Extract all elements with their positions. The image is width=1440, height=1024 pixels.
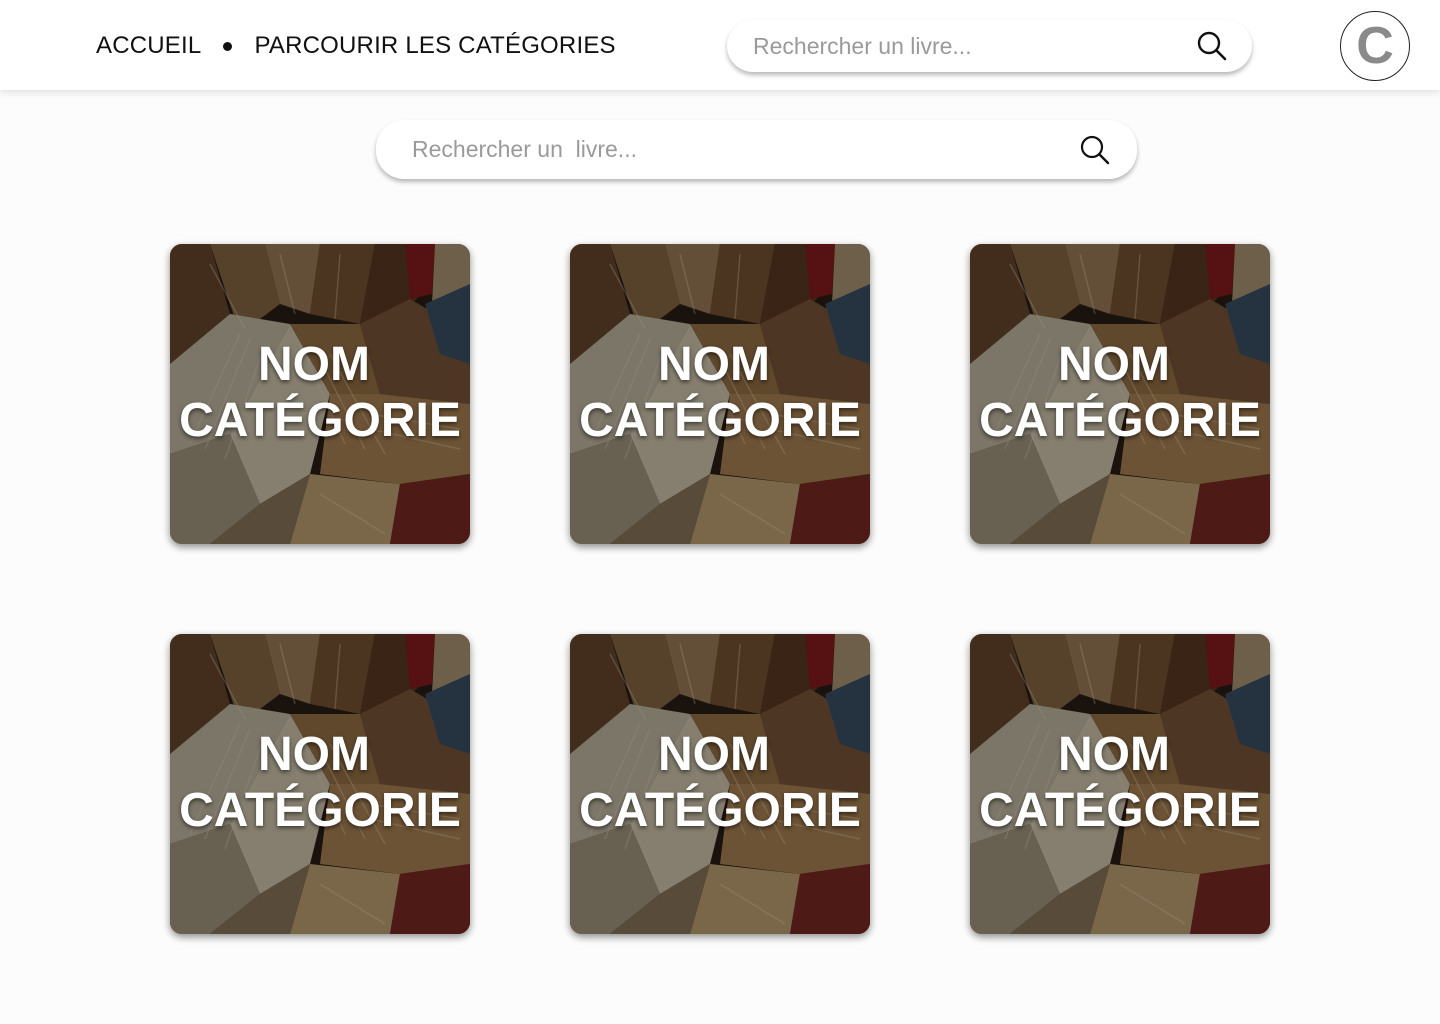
category-name: NOM CATÉGORIE — [179, 728, 461, 837]
header-search-bar — [727, 20, 1252, 72]
search-icon[interactable] — [1192, 26, 1232, 66]
header-search-input[interactable] — [753, 20, 1192, 72]
category-card[interactable]: NOM CATÉGORIE — [570, 634, 870, 934]
category-name: NOM CATÉGORIE — [179, 338, 461, 447]
nav-link-home[interactable]: ACCUEIL — [96, 32, 201, 60]
category-name: NOM CATÉGORIE — [579, 728, 861, 837]
category-card[interactable]: NOM CATÉGORIE — [170, 244, 470, 544]
main-nav: ACCUEIL PARCOURIR LES CATÉGORIES — [96, 30, 616, 62]
user-avatar[interactable]: C — [1340, 11, 1410, 81]
nav-separator-dot — [223, 41, 233, 51]
category-name: NOM CATÉGORIE — [979, 338, 1261, 447]
category-card[interactable]: NOM CATÉGORIE — [970, 634, 1270, 934]
category-card[interactable]: NOM CATÉGORIE — [570, 244, 870, 544]
category-grid: NOM CATÉGORIE NOM CATÉGORIE NOM CATÉGORI… — [0, 0, 1440, 1024]
nav-link-categories[interactable]: PARCOURIR LES CATÉGORIES — [254, 32, 615, 60]
category-name: NOM CATÉGORIE — [579, 338, 861, 447]
top-header: ACCUEIL PARCOURIR LES CATÉGORIES C — [0, 0, 1440, 90]
category-card[interactable]: NOM CATÉGORIE — [170, 634, 470, 934]
category-card[interactable]: NOM CATÉGORIE — [970, 244, 1270, 544]
category-name: NOM CATÉGORIE — [979, 728, 1261, 837]
